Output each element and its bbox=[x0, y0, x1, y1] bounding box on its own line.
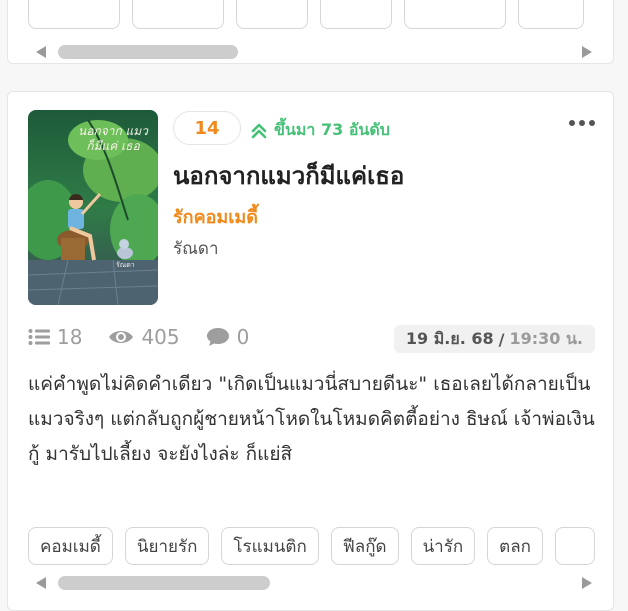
tag-chip[interactable]: ตลก bbox=[487, 527, 543, 565]
more-dots-icon[interactable] bbox=[569, 120, 595, 126]
scroll-right-icon[interactable] bbox=[582, 46, 592, 58]
tag-chip[interactable]: คอมเมดี้ bbox=[28, 527, 113, 565]
double-chevron-up-icon bbox=[251, 123, 267, 138]
tag-scrollbar[interactable] bbox=[28, 41, 600, 63]
scroll-left-icon[interactable] bbox=[36, 46, 46, 58]
novel-card[interactable]: นอกจาก แมวก็มีแค่ เธอ รัณดา 14 ขึ้นมา 73… bbox=[7, 91, 614, 611]
tag-chip[interactable] bbox=[518, 0, 584, 29]
book-cover[interactable]: นอกจาก แมวก็มีแค่ เธอ รัณดา bbox=[28, 110, 158, 305]
view-count: 405 bbox=[108, 325, 180, 349]
novel-title[interactable]: นอกจากแมวก็มีแค่เธอ bbox=[173, 156, 404, 195]
previous-novel-card bbox=[7, 0, 614, 64]
tag-scrollbar[interactable] bbox=[28, 572, 600, 594]
more-dot bbox=[569, 120, 575, 126]
more-dot bbox=[589, 120, 595, 126]
more-dot bbox=[579, 120, 585, 126]
tag-chip[interactable]: น่ารัก bbox=[410, 527, 476, 565]
eye-icon bbox=[109, 331, 134, 343]
tag-chip[interactable] bbox=[554, 527, 595, 565]
scroll-left-icon[interactable] bbox=[36, 577, 46, 589]
scroll-right-icon[interactable] bbox=[582, 577, 592, 589]
chapter-count-value: 18 bbox=[57, 325, 83, 349]
tag-chip[interactable] bbox=[236, 0, 308, 29]
tag-chip[interactable] bbox=[28, 0, 120, 29]
previous-tag-row bbox=[28, 0, 584, 29]
rank-change-text: ขึ้นมา 73 อันดับ bbox=[274, 120, 390, 139]
novel-description: แค่คำพูดไม่คิดคำเดียว "เกิดเป็นแมวนี่สบา… bbox=[28, 373, 595, 465]
scroll-thumb[interactable] bbox=[58, 576, 270, 590]
tag-row: คอมเมดี้ นิยายรัก โรแมนติก ฟีลกู๊ด น่ารั… bbox=[28, 527, 595, 565]
publish-date: 19 มิ.ย. 68 bbox=[405, 328, 494, 348]
tag-chip[interactable] bbox=[404, 0, 506, 29]
date-separator: / bbox=[498, 329, 505, 349]
list-icon bbox=[28, 329, 50, 345]
rank-change: ขึ้นมา 73 อันดับ bbox=[250, 118, 390, 143]
tag-chip[interactable]: นิยายรัก bbox=[124, 527, 210, 565]
chapter-count: 18 bbox=[28, 325, 82, 349]
tag-chip[interactable] bbox=[320, 0, 392, 29]
publish-time: 19:30 น. bbox=[509, 328, 583, 348]
comment-icon bbox=[206, 328, 229, 346]
publish-datetime: 19 มิ.ย. 68 / 19:30 น. bbox=[393, 325, 595, 353]
novel-stats: 18 405 0 bbox=[28, 325, 249, 349]
novel-author[interactable]: รัณดา bbox=[173, 235, 219, 262]
tag-chip[interactable]: ฟีลกู๊ด bbox=[330, 527, 399, 565]
comment-count-value: 0 bbox=[236, 325, 250, 349]
cover-author-text: รัณดา bbox=[116, 261, 135, 269]
view-count-value: 405 bbox=[141, 325, 180, 349]
rank-badge: 14 bbox=[173, 111, 241, 145]
comment-count: 0 bbox=[206, 325, 250, 349]
tag-chip[interactable]: โรแมนติก bbox=[221, 527, 319, 565]
tag-chip[interactable] bbox=[132, 0, 224, 29]
cover-title-text: นอกจาก แมวก็มีแค่ เธอ bbox=[78, 124, 148, 153]
scroll-thumb[interactable] bbox=[58, 45, 238, 59]
novel-category[interactable]: รักคอมเมดี้ bbox=[173, 202, 258, 231]
